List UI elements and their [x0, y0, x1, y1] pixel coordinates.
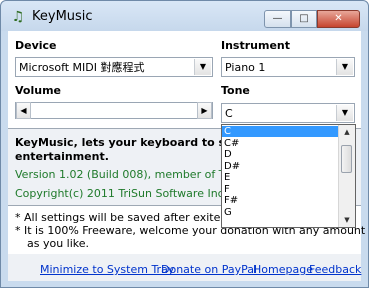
device-select-value: Microsoft MIDI 對應程式 — [19, 61, 145, 74]
scroll-up-icon[interactable]: ▲ — [339, 125, 355, 139]
tone-option[interactable]: G — [222, 207, 340, 218]
tone-option[interactable]: D — [222, 149, 340, 160]
scroll-left-icon[interactable]: ◀ — [16, 102, 31, 119]
device-select[interactable]: Microsoft MIDI 對應程式 ▼ — [15, 57, 213, 77]
tone-dropdown-list[interactable]: C C# D D# E F F# G ▲ ▼ — [221, 124, 356, 228]
homepage-link[interactable]: Homepage — [253, 263, 313, 276]
window-controls: — □ ✕ — [264, 10, 360, 28]
tone-select-value: C — [225, 107, 233, 120]
instrument-select-value: Piano 1 — [225, 61, 266, 74]
scroll-thumb[interactable] — [341, 145, 352, 173]
close-button[interactable]: ✕ — [317, 10, 360, 28]
feedback-link[interactable]: Feedback — [309, 263, 361, 276]
tone-label: Tone — [221, 84, 250, 97]
tone-option[interactable]: E — [222, 172, 340, 183]
scroll-right-icon[interactable]: ▶ — [197, 102, 212, 119]
tone-option[interactable]: F — [222, 184, 340, 195]
copyright-text: Copyright(c) 2011 TriSun Software Inc. A… — [15, 187, 245, 200]
headline-line-2: entertainment. — [15, 150, 109, 163]
device-label: Device — [15, 39, 57, 52]
headline-line-1: KeyMusic, lets your keyboard to sing — [15, 136, 245, 149]
chevron-down-icon[interactable]: ▼ — [336, 105, 353, 121]
tone-option[interactable]: F# — [222, 195, 340, 206]
dropdown-scrollbar[interactable]: ▲ ▼ — [338, 125, 355, 227]
window-title: KeyMusic — [32, 9, 93, 24]
instrument-select[interactable]: Piano 1 ▼ — [221, 57, 355, 77]
note-line-3: as you like. — [27, 237, 90, 250]
note-line-1: * All settings will be saved after exite… — [15, 211, 231, 224]
links-bar: Minimize to System Tray Donate on PayPal… — [8, 254, 361, 281]
chevron-down-icon[interactable]: ▼ — [336, 59, 353, 75]
scroll-down-icon[interactable]: ▼ — [339, 213, 355, 227]
volume-label: Volume — [15, 84, 61, 97]
tone-option[interactable]: C# — [222, 138, 340, 149]
tone-option[interactable]: C — [222, 126, 340, 137]
instrument-label: Instrument — [221, 39, 290, 52]
tone-option[interactable]: D# — [222, 161, 340, 172]
music-note-icon: ♫ — [11, 9, 25, 25]
donate-paypal-link[interactable]: Donate on PayPal — [161, 263, 257, 276]
version-text: Version 1.02 (Build 008), member of TSSI… — [15, 168, 253, 181]
minimize-to-tray-link[interactable]: Minimize to System Tray — [40, 263, 174, 276]
volume-scrollbar[interactable]: ◀ ▶ — [15, 102, 213, 119]
minimize-button[interactable]: — — [264, 10, 291, 28]
tone-select[interactable]: C ▼ — [221, 103, 355, 123]
maximize-button[interactable]: □ — [291, 10, 317, 28]
chevron-down-icon[interactable]: ▼ — [194, 59, 211, 75]
title-bar[interactable]: ♫ KeyMusic — □ ✕ — [1, 1, 368, 31]
keymusic-window: ♫ KeyMusic — □ ✕ Device Microsoft MIDI 對… — [0, 0, 369, 288]
